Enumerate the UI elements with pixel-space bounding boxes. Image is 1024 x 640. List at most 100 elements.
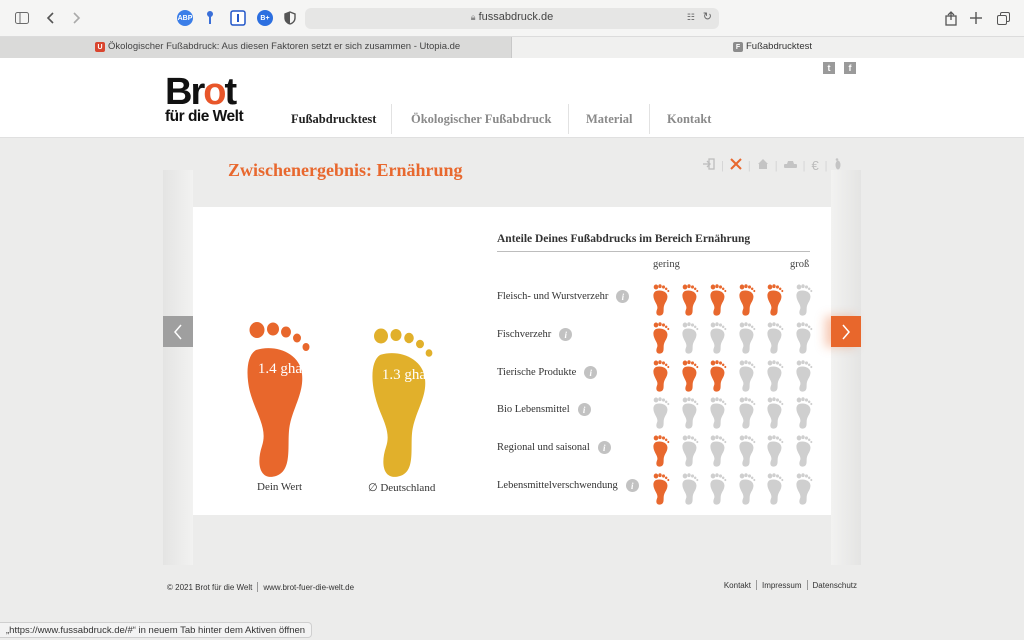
- footprint-scale: [652, 284, 823, 316]
- footer-left: © 2021 Brot für die Welt www.brot-fuer-d…: [167, 582, 354, 592]
- category-row-label: Tierische Produkte i: [497, 366, 598, 379]
- info-icon[interactable]: i: [597, 441, 611, 454]
- logo-sub: für die Welt: [165, 108, 244, 125]
- category-label: Bio Lebensmittel: [497, 404, 570, 415]
- tab-overview-icon[interactable]: [993, 8, 1013, 28]
- tab-title: Fußabdrucktest: [746, 41, 812, 52]
- info-icon[interactable]: i: [559, 328, 573, 341]
- new-tab-icon[interactable]: [966, 8, 986, 28]
- average-footprint-icon: [372, 328, 433, 477]
- home-icon[interactable]: [752, 158, 774, 173]
- nav-material[interactable]: Material: [586, 100, 633, 138]
- footprint-empty-icon: [738, 435, 755, 467]
- footprint-filled-icon: [681, 284, 698, 316]
- twitter-icon[interactable]: t: [823, 62, 835, 74]
- forward-icon[interactable]: [66, 8, 86, 28]
- category-label: Lebensmittelverschwendung: [497, 480, 618, 491]
- footprint-empty-icon: [767, 322, 784, 354]
- back-icon[interactable]: [41, 8, 61, 28]
- page-title: Zwischenergebnis: Ernährung: [228, 160, 463, 180]
- nav-divider: [391, 104, 392, 134]
- category-label: Tierische Produkte: [497, 367, 577, 378]
- info-icon[interactable]: i: [577, 403, 591, 416]
- tab-utopia[interactable]: U Ökologischer Fußabdruck: Aus diesen Fa…: [0, 37, 512, 58]
- footprint-empty-icon: [738, 360, 755, 392]
- url-text: fussabdruck.de: [478, 11, 554, 23]
- previous-arrow-icon[interactable]: [163, 316, 193, 347]
- footprint-empty-icon: [681, 435, 698, 467]
- reload-icon[interactable]: ↻: [703, 10, 712, 23]
- logo-word: Brot: [165, 71, 237, 113]
- sidebar-toggle-icon[interactable]: [12, 8, 32, 28]
- info-icon[interactable]: i: [584, 366, 598, 379]
- scale-high-label: groß: [790, 259, 810, 270]
- footprint-empty-icon: [767, 435, 784, 467]
- right-shade: [831, 170, 861, 565]
- footprint-empty-icon: [681, 322, 698, 354]
- utopia-favicon-icon: U: [95, 42, 105, 52]
- category-row-label: Fischverzehr i: [497, 328, 573, 341]
- footprint-empty-icon: [795, 473, 812, 505]
- key-extension-icon[interactable]: [200, 8, 220, 28]
- left-shade: [163, 170, 193, 565]
- category-steps: | | | | € |: [698, 158, 847, 173]
- brot-fuer-die-welt-logo[interactable]: Brot für die Welt: [165, 71, 244, 125]
- category-row-label: Regional und saisonal i: [497, 441, 611, 454]
- address-bar[interactable]: 🔒︎ fussabdruck.de ☷ ↻: [305, 8, 719, 29]
- nav-oekologischer-fussabdruck[interactable]: Ökologischer Fußabdruck: [411, 100, 551, 138]
- copyright: © 2021 Brot für die Welt: [167, 582, 253, 592]
- footprint-empty-icon: [738, 473, 755, 505]
- footer-link-kontakt[interactable]: Kontakt: [724, 581, 751, 590]
- footer-links: Kontakt Impressum Datenschutz: [724, 580, 857, 590]
- footprint-icon[interactable]: [829, 158, 847, 173]
- average-caption: ∅ Deutschland: [368, 482, 436, 494]
- footer-link-datenschutz[interactable]: Datenschutz: [813, 581, 857, 590]
- nav-divider: [568, 104, 569, 134]
- footprint-filled-icon: [738, 284, 755, 316]
- footprint-empty-icon: [795, 322, 812, 354]
- tab-fussabdrucktest[interactable]: F Fußabdrucktest: [512, 37, 1024, 58]
- footprint-empty-icon: [795, 397, 812, 429]
- footprint-empty-icon: [795, 435, 812, 467]
- footprint-empty-icon: [767, 360, 784, 392]
- footprint-filled-icon: [653, 322, 670, 354]
- bitwarden-extension-icon[interactable]: [228, 8, 248, 28]
- bplus-extension-icon[interactable]: B+: [257, 10, 273, 26]
- footprint-empty-icon: [710, 435, 727, 467]
- footprint-filled-icon: [653, 473, 670, 505]
- share-icon[interactable]: [941, 8, 961, 28]
- category-label: Fleisch- und Wurstverzehr: [497, 291, 609, 302]
- category-row-label: Fleisch- und Wurstverzehr i: [497, 290, 630, 303]
- footprint-scale: [652, 435, 823, 467]
- breakdown-title: Anteile Deines Fußabdrucks im Bereich Er…: [497, 233, 810, 252]
- browser-toolbar: ABP B+ 🔒︎ fussabdruck.de ☷ ↻: [0, 0, 1024, 37]
- category-row-label: Lebensmittelverschwendung i: [497, 479, 639, 492]
- footprint-scale: [652, 397, 823, 429]
- footprint-empty-icon: [767, 397, 784, 429]
- nav-fussabdrucktest[interactable]: Fußabdrucktest: [291, 100, 376, 138]
- shield-icon[interactable]: [280, 8, 300, 28]
- footprint-filled-icon: [681, 360, 698, 392]
- translate-icon[interactable]: ☷: [687, 12, 695, 23]
- your-value-caption: Dein Wert: [257, 481, 303, 493]
- footprint-scale: [652, 322, 823, 354]
- link-status-bar: „https://www.fussabdruck.de/#“ in neuem …: [0, 622, 313, 638]
- info-icon[interactable]: i: [616, 290, 630, 303]
- adblock-extension-icon[interactable]: ABP: [177, 10, 193, 26]
- your-value: 1.4 gha: [257, 361, 303, 377]
- category-label: Regional und saisonal: [497, 442, 590, 453]
- fussabdruck-favicon-icon: F: [733, 42, 743, 52]
- login-icon[interactable]: [698, 158, 720, 173]
- facebook-icon[interactable]: f: [844, 62, 856, 74]
- food-icon[interactable]: [725, 158, 747, 173]
- euro-icon[interactable]: €: [806, 158, 823, 173]
- footprint-empty-icon: [767, 473, 784, 505]
- footer-link-impressum[interactable]: Impressum: [762, 581, 802, 590]
- next-arrow-icon[interactable]: [831, 316, 861, 347]
- footer-site-link[interactable]: www.brot-fuer-die-welt.de: [263, 583, 354, 592]
- info-icon[interactable]: i: [625, 479, 639, 492]
- nav-kontakt[interactable]: Kontakt: [667, 100, 711, 138]
- car-icon[interactable]: [779, 158, 802, 173]
- average-value: 1.3 gha: [381, 367, 427, 383]
- nav-divider: [649, 104, 650, 134]
